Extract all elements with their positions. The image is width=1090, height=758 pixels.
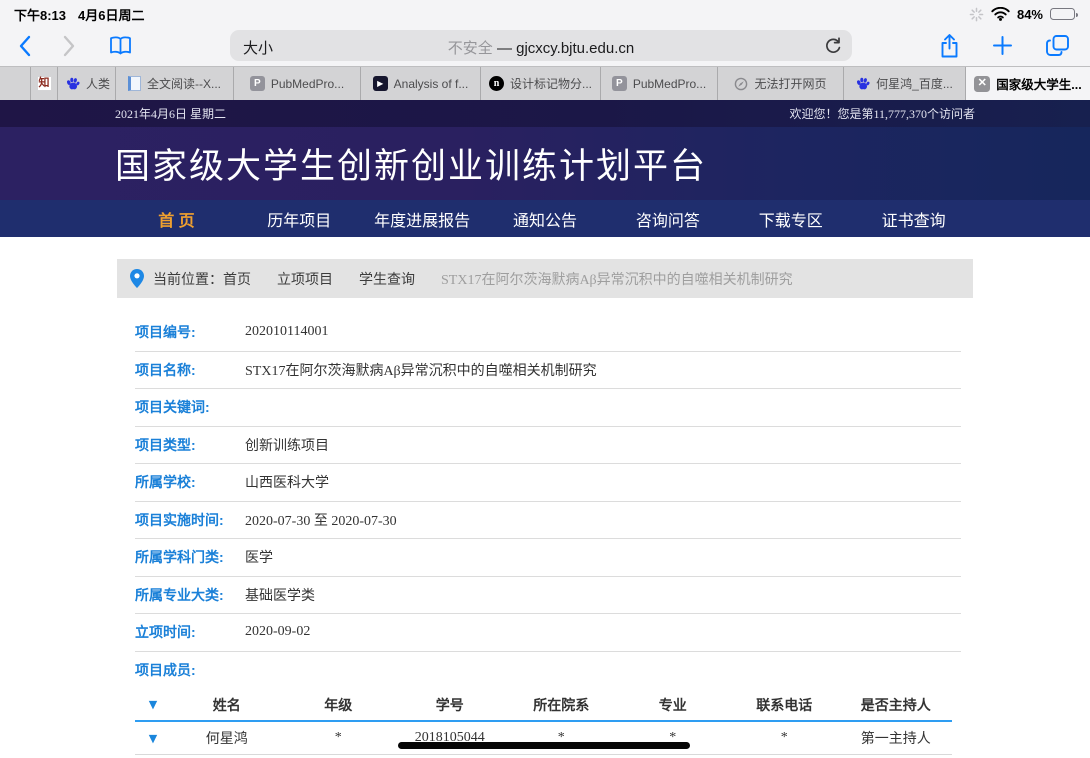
url-bar[interactable]: 大小 不安全 — gjcxcy.bjtu.edu.cn <box>230 30 852 61</box>
status-date: 4月6日周二 <box>78 5 144 24</box>
browser-tab[interactable]: 全文阅读--X... <box>115 67 233 100</box>
play-favicon-icon: ▶ <box>373 76 388 91</box>
wifi-icon <box>991 7 1010 21</box>
url-text: 不安全 — gjcxcy.bjtu.edu.cn <box>230 37 852 58</box>
redaction-bar <box>398 742 690 749</box>
close-icon[interactable]: ✕ <box>974 76 990 92</box>
cnki-favicon-icon: 知 <box>37 76 52 91</box>
new-tab-button[interactable] <box>992 35 1013 56</box>
back-button[interactable] <box>18 35 31 57</box>
breadcrumb-projects[interactable]: 立项项目 <box>277 269 333 289</box>
breadcrumb-current: STX17在阿尔茨海默病Aβ异常沉积中的自噬相关机制研究 <box>441 269 793 289</box>
activity-spinner-icon <box>969 7 984 22</box>
field-row: 项目编号:202010114001 <box>135 314 961 352</box>
nav-item-downloads[interactable]: 下载专区 <box>729 200 852 237</box>
field-row: 项目名称:STX17在阿尔茨海默病Aβ异常沉积中的自噬相关机制研究 <box>135 352 961 390</box>
members-table-header: ▼ 姓名 年级 学号 所在院系 专业 联系电话 是否主持人 <box>135 689 952 722</box>
status-bar: 下午8:13 4月6日周二 84% <box>0 0 1090 25</box>
field-row: 项目实施时间:2020-07-30 至 2020-07-30 <box>135 502 961 540</box>
ipad-screen: 下午8:13 4月6日周二 84% <box>0 0 1090 758</box>
document-favicon-icon <box>128 76 141 91</box>
clock: 下午8:13 <box>14 5 66 24</box>
field-row: 所属专业大类:基础医学类 <box>135 577 961 615</box>
site-date: 2021年4月6日 星期二 <box>115 105 226 122</box>
battery-percent: 84% <box>1017 7 1043 22</box>
page-title: 国家级大学生创新创业训练计划平台 <box>115 138 707 189</box>
field-row: 项目关键词: <box>135 389 961 427</box>
share-button[interactable] <box>939 33 960 59</box>
pubmed-favicon-icon: P <box>612 76 627 91</box>
field-row: 项目类型:创新训练项目 <box>135 427 961 465</box>
site-top-bar: 2021年4月6日 星期二 欢迎您！您是第11,777,370个访问者 <box>0 100 1090 127</box>
project-fields: 项目编号:202010114001 项目名称:STX17在阿尔茨海默病Aβ异常沉… <box>135 314 961 689</box>
browser-tab[interactable]: ▶ Analysis of f... <box>360 67 480 100</box>
main-nav: 首 页 历年项目 年度进展报告 通知公告 咨询问答 下载专区 证书查询 <box>0 200 1090 237</box>
forward-button[interactable] <box>63 35 76 57</box>
expand-triangle-icon[interactable]: ▼ <box>135 732 171 745</box>
breadcrumb: 当前位置：首页 立项项目 学生查询 STX17在阿尔茨海默病Aβ异常沉积中的自噬… <box>117 259 973 298</box>
nav-item-home[interactable]: 首 页 <box>115 200 238 237</box>
tab-bar: 知 人类 全文阅读--X... P PubMedPro... ▶ Analysi… <box>0 66 1090 100</box>
site-banner: 国家级大学生创新创业训练计划平台 <box>0 127 1090 200</box>
browser-tab[interactable]: 无法打开网页 <box>717 67 843 100</box>
field-row: 立项时间:2020-09-02 <box>135 614 961 652</box>
browser-tab[interactable]: P PubMedPro... <box>233 67 360 100</box>
browser-tab[interactable]: n 设计标记物分... <box>480 67 600 100</box>
compass-icon <box>734 77 748 91</box>
field-row: 所属学科门类:医学 <box>135 539 961 577</box>
members-label-row: 项目成员: <box>135 652 961 690</box>
browser-toolbar: 大小 不安全 — gjcxcy.bjtu.edu.cn <box>0 25 1090 66</box>
nav-item-certificate[interactable]: 证书查询 <box>852 200 975 237</box>
tab-overview-button[interactable] <box>1045 34 1070 57</box>
nav-item-past-projects[interactable]: 历年项目 <box>238 200 361 237</box>
location-pin-icon <box>130 269 144 288</box>
expand-triangle-icon[interactable]: ▼ <box>135 698 171 711</box>
visitor-counter: 欢迎您！您是第11,777,370个访问者 <box>789 105 975 122</box>
breadcrumb-student-query[interactable]: 学生查询 <box>359 269 415 289</box>
browser-tab-active[interactable]: ✕ 国家级大学生... <box>965 67 1090 100</box>
browser-tab[interactable]: 何星鸿_百度... <box>843 67 965 100</box>
table-row: ▼ 何星鸿 * 2018105044 * * * 第一主持人 <box>135 722 952 755</box>
members-table: ▼ 姓名 年级 学号 所在院系 专业 联系电话 是否主持人 ▼ 何星鸿 * 20… <box>135 689 952 755</box>
baidu-paw-icon <box>856 77 870 91</box>
pubmed-favicon-icon: P <box>250 76 265 91</box>
browser-tab[interactable]: P PubMedPro... <box>600 67 717 100</box>
battery-icon <box>1050 8 1075 20</box>
breadcrumb-home[interactable]: 首页 <box>223 269 251 289</box>
content-area: 当前位置：首页 立项项目 学生查询 STX17在阿尔茨海默病Aβ异常沉积中的自噬… <box>117 259 973 755</box>
browser-tab[interactable]: 人类 <box>57 67 115 100</box>
reload-button[interactable] <box>824 36 842 55</box>
n-circle-favicon-icon: n <box>489 76 504 91</box>
nav-item-notices[interactable]: 通知公告 <box>484 200 607 237</box>
bookmarks-icon[interactable] <box>108 35 133 57</box>
nav-item-annual-report[interactable]: 年度进展报告 <box>361 200 484 237</box>
field-row: 所属学校:山西医科大学 <box>135 464 961 502</box>
breadcrumb-prefix: 当前位置： <box>153 269 223 289</box>
baidu-paw-icon <box>66 77 80 91</box>
browser-tab[interactable]: 知 <box>30 67 57 100</box>
nav-item-qa[interactable]: 咨询问答 <box>606 200 729 237</box>
